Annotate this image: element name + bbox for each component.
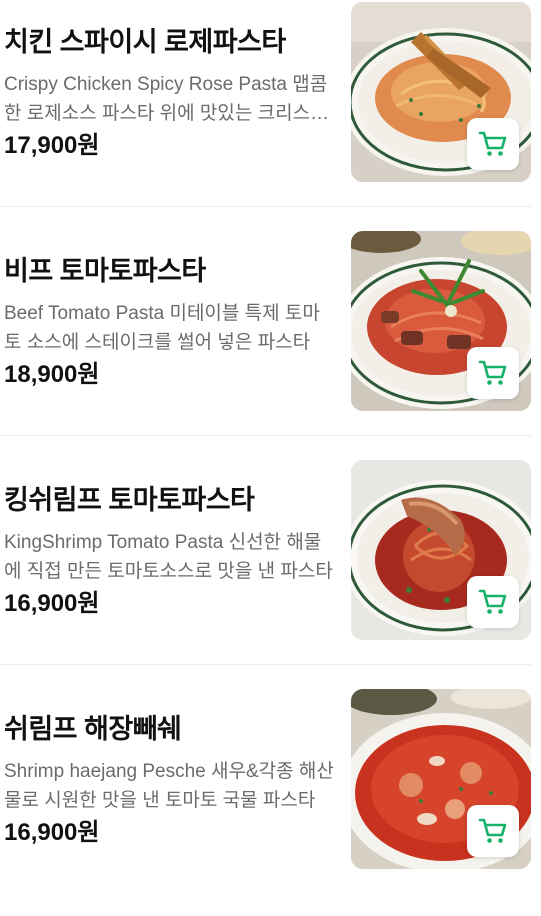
menu-item-chicken-spicy-rose-pasta[interactable]: 치킨 스파이시 로제파스타 Crispy Chicken Spicy Rose … [0, 0, 541, 229]
menu-item-description: Beef Tomato Pasta 미테이블 특제 토마토 소스에 스테이크를 … [4, 303, 320, 353]
menu-item-price: 16,900원 [4, 590, 100, 617]
menu-list: 치킨 스파이시 로제파스타 Crispy Chicken Spicy Rose … [0, 0, 541, 881]
divider [0, 435, 531, 436]
divider [0, 206, 531, 207]
menu-item-description: Crispy Chicken Spicy Rose Pasta 맵콤한 로제소스… [4, 74, 328, 124]
menu-item-name: 킹쉬림프 토마토파스타 [4, 485, 255, 515]
add-to-cart-button[interactable] [467, 576, 519, 628]
menu-item-shrimp-haejang-pesche[interactable]: 쉬림프 해장빼쉐 Shrimp haejang Pesche 새우&각종 해산물… [0, 687, 541, 916]
add-to-cart-button[interactable] [467, 118, 519, 170]
menu-item-name: 쉬림프 해장빼쉐 [4, 714, 182, 744]
cart-icon [478, 360, 507, 385]
menu-item-text: 쉬림프 해장빼쉐 Shrimp haejang Pesche 새우&각종 해산물… [4, 711, 334, 849]
menu-item-text: 치킨 스파이시 로제파스타 Crispy Chicken Spicy Rose … [4, 24, 334, 162]
menu-item-price: 17,900원 [4, 132, 100, 159]
menu-item-beef-tomato-pasta[interactable]: 비프 토마토파스타 Beef Tomato Pasta 미테이블 특제 토마토 … [0, 229, 541, 458]
menu-item-text: 비프 토마토파스타 Beef Tomato Pasta 미테이블 특제 토마토 … [4, 253, 334, 391]
cart-icon [478, 818, 507, 843]
divider [0, 664, 531, 665]
menu-item-price: 18,900원 [4, 361, 100, 388]
menu-item-description: Shrimp haejang Pesche 새우&각종 해산물로 시원한 맛을 … [4, 761, 334, 811]
menu-item-kingshrimp-tomato-pasta[interactable]: 킹쉬림프 토마토파스타 KingShrimp Tomato Pasta 신선한 … [0, 458, 541, 687]
add-to-cart-button[interactable] [467, 347, 519, 399]
add-to-cart-button[interactable] [467, 805, 519, 857]
menu-item-price: 16,900원 [4, 819, 100, 846]
menu-item-description: KingShrimp Tomato Pasta 신선한 해물에 직접 만든 토마… [4, 532, 333, 582]
cart-icon [478, 589, 507, 614]
menu-item-name: 치킨 스파이시 로제파스타 [4, 27, 286, 57]
cart-icon [478, 131, 507, 156]
menu-item-text: 킹쉬림프 토마토파스타 KingShrimp Tomato Pasta 신선한 … [4, 482, 334, 620]
menu-item-name: 비프 토마토파스타 [4, 256, 206, 286]
